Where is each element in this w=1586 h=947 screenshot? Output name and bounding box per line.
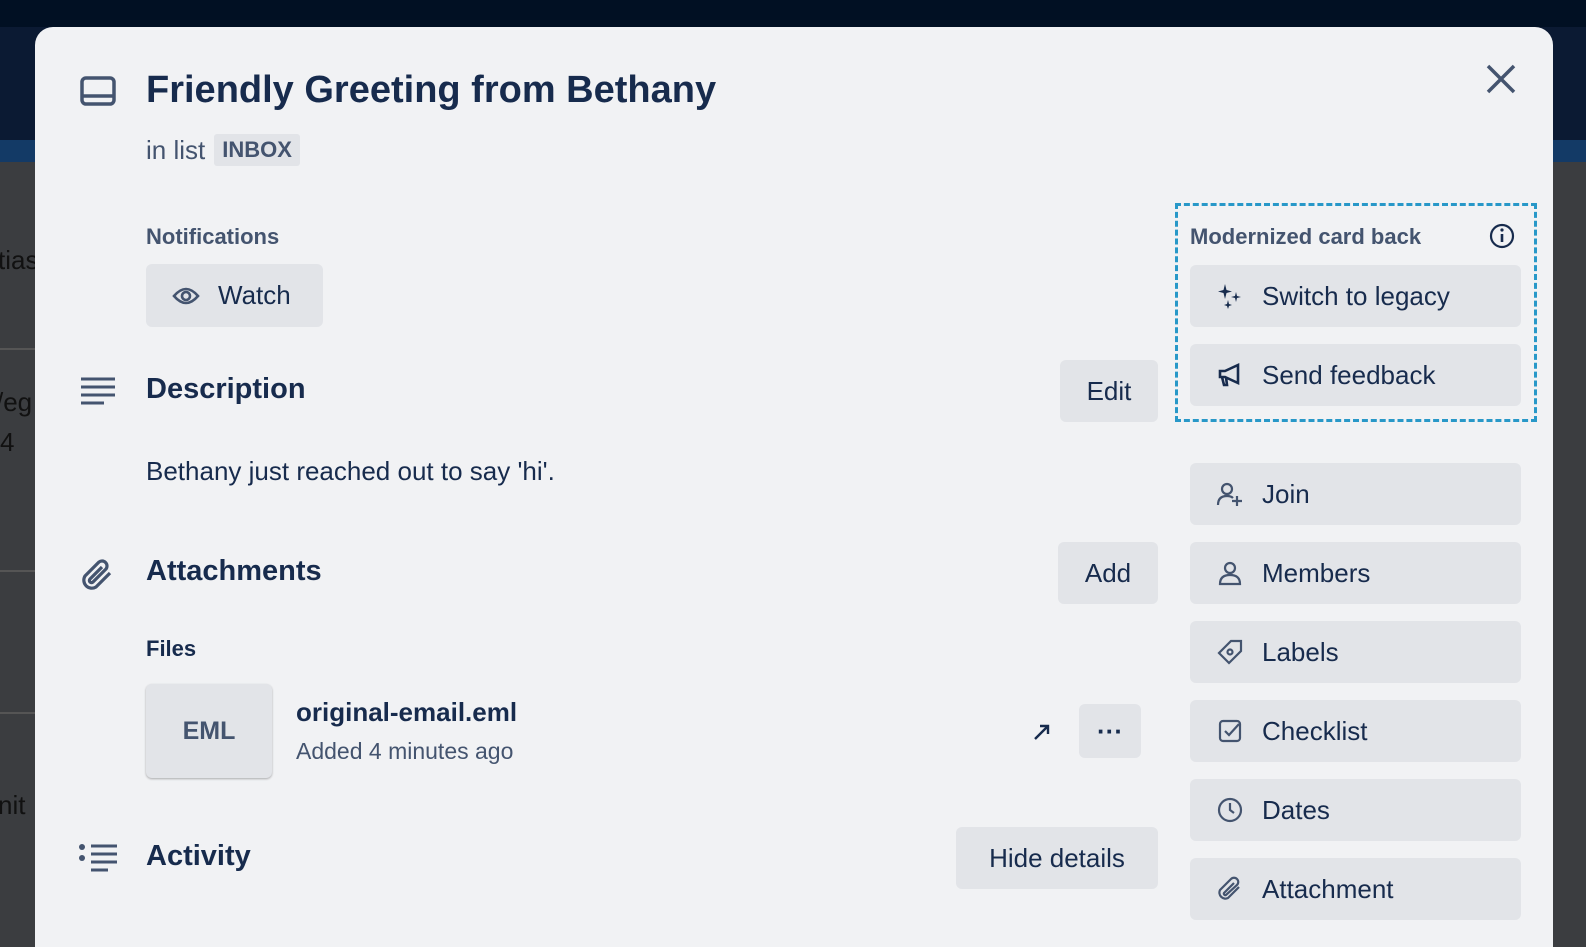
sidebar-item-label: Dates (1262, 794, 1330, 825)
sidebar-item-labels[interactable]: Labels (1190, 621, 1521, 683)
bg-card-text: nit (0, 790, 26, 820)
watch-button[interactable]: Watch (146, 264, 323, 327)
card-title[interactable]: Friendly Greeting from Bethany (146, 69, 716, 112)
activity-heading: Activity (146, 840, 251, 872)
eye-icon (172, 287, 200, 304)
switch-to-legacy-button[interactable]: Switch to legacy (1190, 265, 1521, 327)
top-nav-bar (0, 0, 1586, 27)
paperclip-icon (1218, 876, 1240, 900)
sidebar-item-members[interactable]: Members (1190, 542, 1521, 604)
add-attachment-button[interactable]: Add (1058, 542, 1158, 604)
file-name[interactable]: original-email.eml (296, 697, 517, 728)
bg-card-text: tias (0, 245, 39, 275)
sidebar-item-label: Attachment (1262, 873, 1394, 904)
file-thumbnail[interactable]: EML (146, 684, 272, 778)
close-icon[interactable] (1485, 63, 1517, 95)
sidebar-item-dates[interactable]: Dates (1190, 779, 1521, 841)
bg-divider (0, 712, 35, 714)
bg-card-text: /eg (0, 387, 33, 417)
sidebar-item-checklist[interactable]: Checklist (1190, 700, 1521, 762)
description-icon (81, 377, 115, 405)
in-list-label: in list (146, 134, 206, 165)
card-modal: Friendly Greeting from Bethany in list I… (35, 27, 1553, 947)
feedback-label: Send feedback (1262, 359, 1436, 390)
sparkles-icon (1218, 284, 1241, 309)
file-meta: Added 4 minutes ago (296, 738, 514, 764)
sidebar-item-attachment[interactable]: Attachment (1190, 858, 1521, 920)
files-label: Files (146, 636, 197, 661)
attachments-heading: Attachments (146, 555, 322, 587)
bg-divider (0, 570, 35, 572)
more-icon: ··· (1097, 715, 1123, 746)
modernized-label: Modernized card back (1190, 224, 1422, 249)
description-text[interactable]: Bethany just reached out to say 'hi'. (146, 456, 555, 487)
sidebar-item-label: Members (1262, 557, 1371, 588)
clock-icon (1217, 797, 1243, 823)
info-icon[interactable] (1489, 223, 1515, 249)
watch-label: Watch (218, 280, 291, 310)
paperclip-icon (82, 559, 112, 590)
tag-icon (1217, 639, 1243, 665)
send-feedback-button[interactable]: Send feedback (1190, 344, 1521, 406)
bg-divider (0, 348, 35, 350)
person-icon (1218, 561, 1242, 586)
description-heading: Description (146, 373, 306, 405)
sidebar-item-label: Join (1262, 478, 1310, 509)
edit-description-button[interactable]: Edit (1060, 360, 1158, 422)
file-more-button[interactable]: ··· (1079, 704, 1141, 758)
sidebar-item-label: Checklist (1262, 715, 1368, 746)
sidebar-item-label: Labels (1262, 636, 1339, 667)
hide-details-button[interactable]: Hide details (956, 827, 1158, 889)
bg-card-text: 4 (0, 427, 15, 457)
open-external-icon[interactable] (1033, 723, 1051, 741)
megaphone-icon (1218, 362, 1240, 387)
notifications-label: Notifications (146, 224, 280, 249)
switch-label: Switch to legacy (1262, 280, 1450, 311)
activity-icon (79, 844, 117, 872)
checkbox-icon (1218, 719, 1242, 743)
list-name-badge[interactable]: INBOX (214, 134, 300, 166)
add-person-icon (1216, 482, 1242, 506)
sidebar-item-join[interactable]: Join (1190, 463, 1521, 525)
card-icon (80, 76, 116, 106)
